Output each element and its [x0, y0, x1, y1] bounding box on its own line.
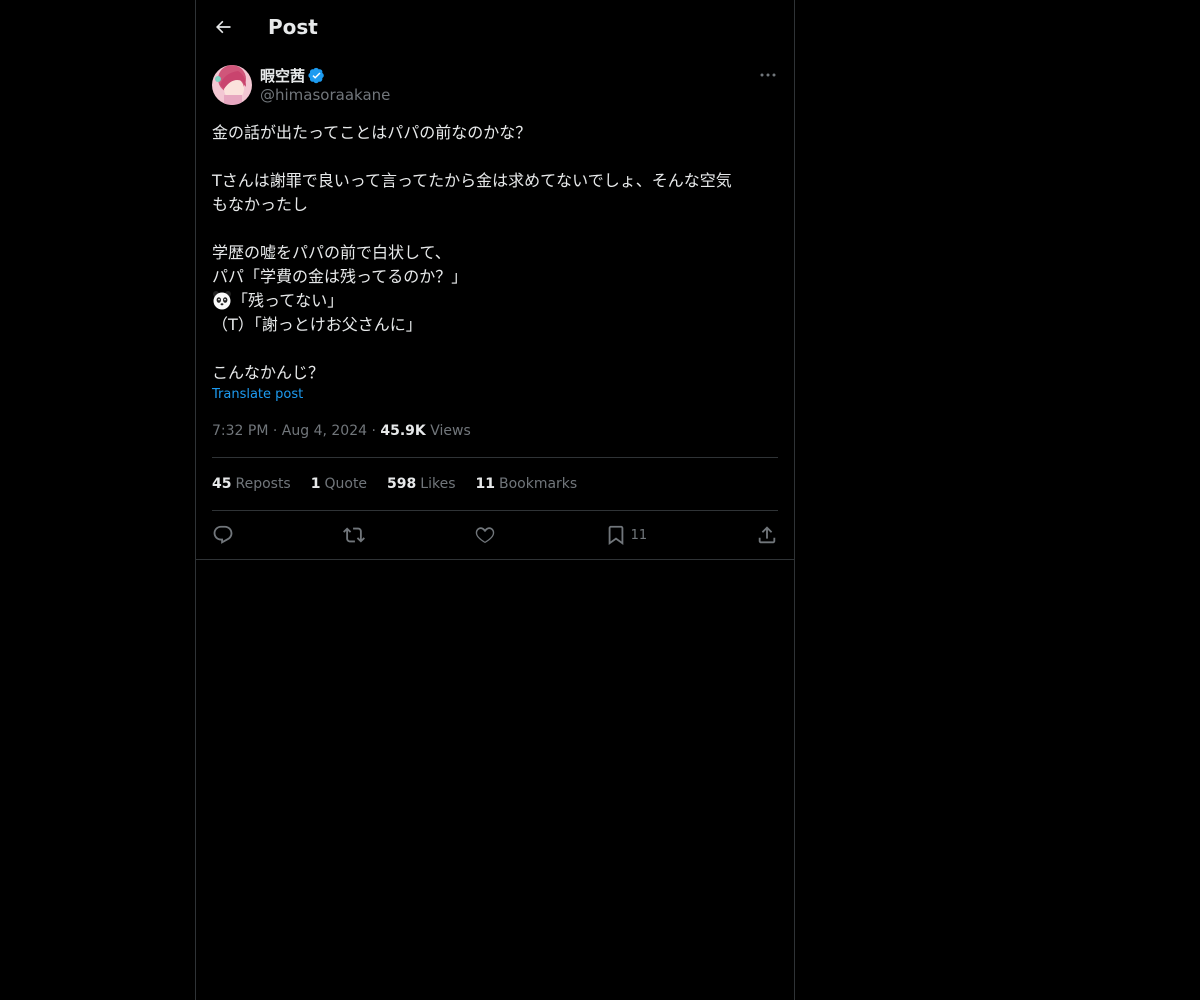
reposts-count: 45	[212, 476, 232, 492]
post-stats: 45 Reposts 1 Quote 598 Likes 11 Bookmarks	[212, 458, 778, 510]
author-handle[interactable]: @himasoraakane	[260, 85, 390, 105]
reposts-label: Reposts	[235, 476, 291, 492]
post-date[interactable]: Aug 4, 2024	[282, 423, 367, 439]
quotes-count: 1	[310, 476, 321, 492]
panda-emoji-icon	[213, 291, 231, 310]
quotes-label: Quote	[324, 476, 368, 492]
post-line: もなかったし	[212, 195, 309, 214]
bookmarks-label: Bookmarks	[498, 476, 578, 492]
post-line: 金の話が出たってことはパパの前なのかな？	[212, 123, 532, 142]
repost-icon	[342, 527, 365, 543]
more-icon	[760, 73, 776, 77]
actions-wrap: 11	[196, 511, 794, 560]
post-line: こんなかんじ？	[212, 363, 325, 382]
post-author: 暇空茜 @himasoraakane	[212, 65, 778, 105]
post-column: Post 暇空茜 @himasoraakane 金の話が出たってことはパパの前な…	[195, 0, 795, 1000]
post-line: Tさんは謝罪で良いって言ってたから金は求めてないでしょ、そんな空気	[212, 171, 732, 190]
author-name[interactable]: 暇空茜	[260, 65, 305, 86]
post-header: Post	[196, 0, 794, 53]
post-line: 「残ってない」	[232, 291, 344, 310]
bookmark-icon	[608, 525, 623, 546]
post-line: パパ「学費の金は残ってるのか？」	[212, 267, 468, 286]
post-actions: 11	[212, 511, 778, 559]
meta-separator: ·	[272, 423, 282, 439]
reply-button[interactable]	[212, 524, 234, 546]
views-label: Views	[430, 423, 471, 439]
likes-count: 598	[387, 476, 417, 492]
more-button[interactable]	[758, 67, 778, 83]
share-icon	[758, 526, 776, 544]
likes-stat[interactable]: 598 Likes	[387, 476, 455, 492]
post-time[interactable]: 7:32 PM	[212, 423, 268, 439]
like-button[interactable]	[474, 524, 496, 546]
bookmarks-stat[interactable]: 11 Bookmarks	[476, 476, 578, 492]
views-count: 45.9K	[380, 423, 426, 439]
author-name-row[interactable]: 暇空茜	[260, 65, 390, 85]
share-button[interactable]	[756, 524, 778, 546]
post-line: 学歴の嘘をパパの前で白状して、	[212, 243, 451, 262]
bookmarks-count: 11	[475, 476, 495, 492]
quotes-stat[interactable]: 1 Quote	[311, 476, 367, 492]
back-arrow-icon	[216, 20, 231, 33]
reposts-stat[interactable]: 45 Reposts	[212, 476, 291, 492]
post-text: 金の話が出たってことはパパの前なのかな？ Tさんは謝罪で良いって言ってたから金は…	[212, 121, 778, 385]
avatar[interactable]	[212, 65, 252, 105]
bookmark-count: 11	[630, 527, 648, 543]
bookmark-button[interactable]: 11	[605, 524, 648, 546]
post-line: （T）「謝っとけお父さんに」	[212, 315, 422, 334]
back-button[interactable]	[206, 10, 240, 44]
page-title: Post	[268, 14, 318, 39]
verified-badge-icon	[308, 67, 324, 83]
post-meta: 7:32 PM · Aug 4, 2024 · 45.9K Views	[212, 421, 778, 441]
like-icon	[475, 527, 494, 544]
repost-button[interactable]	[342, 524, 365, 546]
translate-post-link[interactable]: Translate post	[212, 387, 778, 405]
likes-label: Likes	[420, 476, 456, 492]
reply-icon	[213, 525, 233, 544]
author-names: 暇空茜 @himasoraakane	[260, 65, 390, 105]
